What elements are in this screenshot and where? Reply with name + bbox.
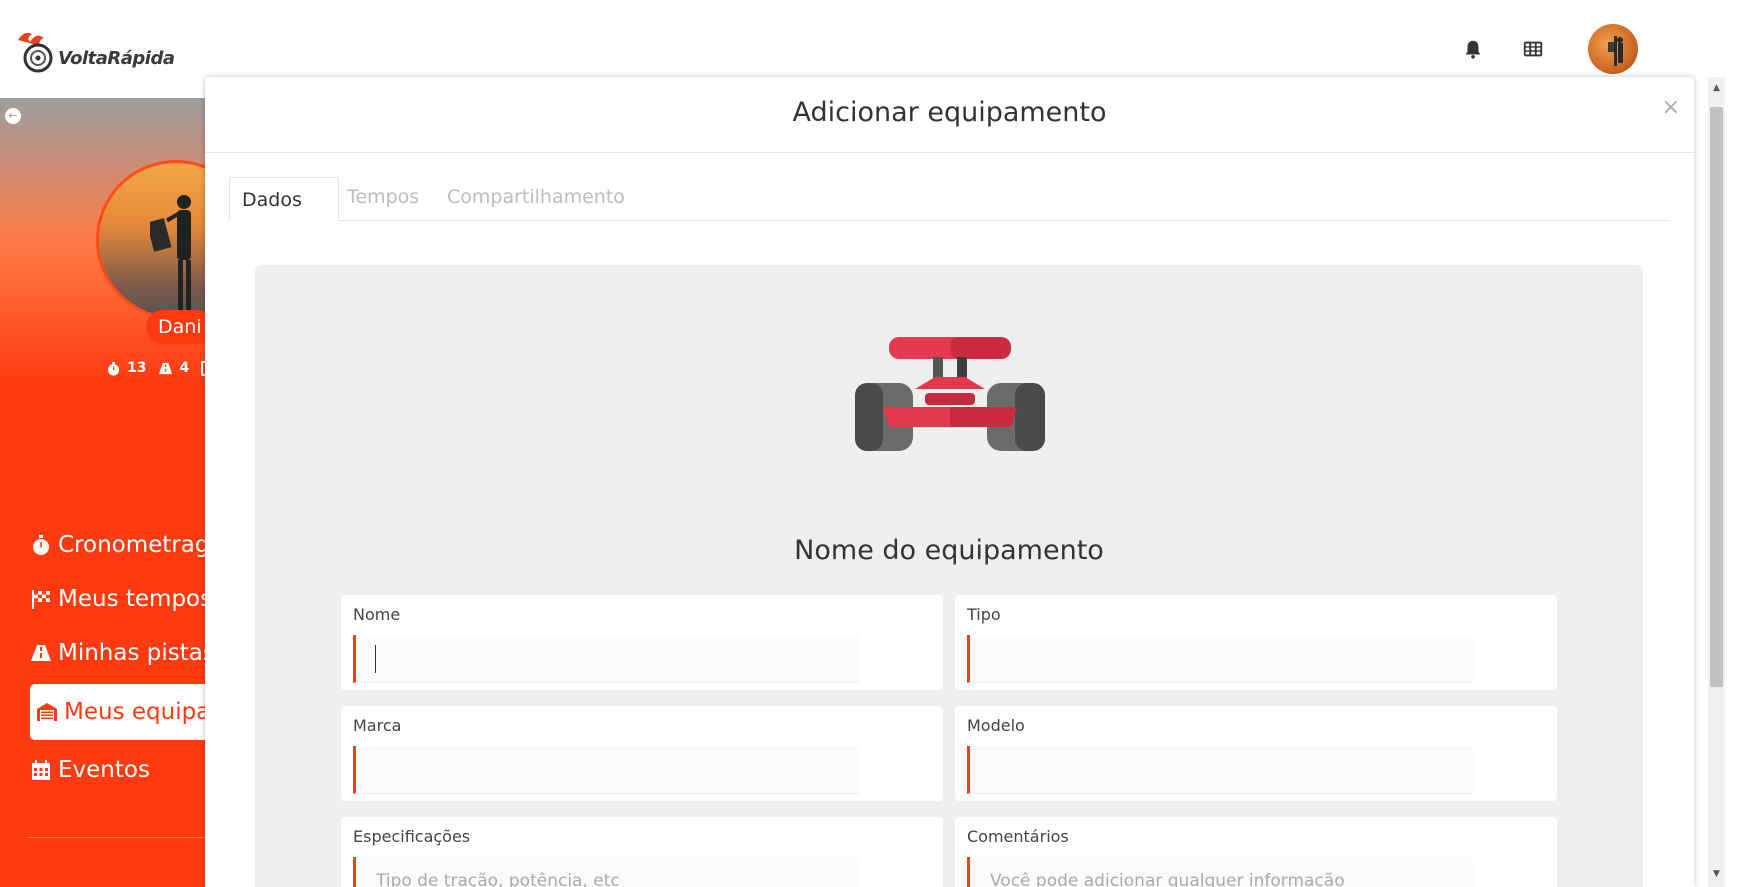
profile-silhouette-icon xyxy=(150,195,191,315)
scrollbar[interactable]: ▲ ▼ xyxy=(1708,77,1725,887)
marca-label: Marca xyxy=(353,716,402,735)
add-equipment-modal: Adicionar equipamento × Dados Tempos Com… xyxy=(205,77,1694,887)
bell-icon[interactable] xyxy=(1462,38,1484,60)
user-name-badge: Dani xyxy=(146,310,214,344)
stopwatch-icon xyxy=(107,361,120,376)
logo-text: VoltaRápida xyxy=(58,47,175,69)
comentarios-input[interactable] xyxy=(967,857,1473,887)
user-avatar[interactable] xyxy=(1588,24,1638,74)
sidebar-item-label: Meus tempos xyxy=(58,586,206,612)
tab-compartilhamento[interactable]: Compartilhamento xyxy=(447,177,625,221)
sidebar-item-label: Cronometragem xyxy=(58,532,206,558)
road-icon xyxy=(159,362,173,374)
modelo-field: Modelo xyxy=(955,706,1557,801)
stat-times-count: 13 xyxy=(127,360,147,376)
nome-label: Nome xyxy=(353,605,401,624)
go-kart-icon xyxy=(855,337,1045,451)
close-icon[interactable]: × xyxy=(1662,95,1680,120)
marca-field: Marca xyxy=(341,706,943,801)
checkered-flag-icon xyxy=(32,590,50,609)
tab-dados[interactable]: Dados xyxy=(229,177,339,221)
modal-title: Adicionar equipamento xyxy=(792,97,1107,128)
especificacoes-input[interactable] xyxy=(353,857,859,887)
especificacoes-label: Especificações xyxy=(353,827,471,846)
sidebar-item-cronometragem[interactable]: Cronometragem xyxy=(30,518,206,572)
scrollbar-thumb[interactable] xyxy=(1710,107,1723,687)
comentarios-field: Comentários xyxy=(955,817,1557,887)
scroll-up-arrow-icon[interactable]: ▲ xyxy=(1708,83,1725,95)
sidebar-item-label: Minhas pistas xyxy=(58,640,206,666)
sidebar-item-meus-tempos[interactable]: Meus tempos xyxy=(30,572,206,626)
section-title: Nome do equipamento xyxy=(794,535,1104,566)
modelo-input[interactable] xyxy=(967,746,1473,794)
scroll-down-arrow-icon[interactable]: ▼ xyxy=(1708,869,1725,881)
sidebar-divider xyxy=(28,837,206,838)
logo-wheel-icon xyxy=(18,32,53,73)
avatar-silhouette-icon xyxy=(1608,36,1623,66)
sidebar-item-label: Meus equipamentos xyxy=(64,699,206,725)
calendar-icon xyxy=(32,760,50,780)
logo[interactable]: VoltaRápida xyxy=(14,30,175,76)
tab-tempos[interactable]: Tempos xyxy=(347,177,419,221)
grid-icon[interactable] xyxy=(1522,38,1544,60)
garage-icon xyxy=(37,703,57,721)
modal-divider xyxy=(205,152,1694,153)
tipo-field: Tipo xyxy=(955,595,1557,690)
modal-tabs: Dados Tempos Compartilhamento xyxy=(229,177,1669,221)
equipment-form-panel: Nome do equipamento Nome Tipo Marca Mode… xyxy=(255,265,1643,887)
text-caret xyxy=(375,645,376,673)
especificacoes-field: Especificações xyxy=(341,817,943,887)
sidebar-item-meus-equipamentos[interactable]: Meus equipamentos xyxy=(30,684,206,740)
stat-tracks-count: 4 xyxy=(179,360,190,376)
modelo-label: Modelo xyxy=(967,716,1025,735)
stopwatch-icon xyxy=(33,535,49,555)
sidebar-item-label: Eventos xyxy=(58,757,150,783)
user-stats: 13 4 xyxy=(106,360,210,376)
road-icon xyxy=(31,645,51,661)
sidebar-item-eventos[interactable]: Eventos xyxy=(30,743,206,797)
comentarios-label: Comentários xyxy=(967,827,1069,846)
tipo-label: Tipo xyxy=(967,605,1001,624)
tipo-input[interactable] xyxy=(967,635,1473,683)
nome-input[interactable] xyxy=(353,635,859,683)
collapse-sidebar-icon[interactable]: ← xyxy=(5,108,21,124)
sidebar-item-minhas-pistas[interactable]: Minhas pistas xyxy=(30,626,206,680)
marca-input[interactable] xyxy=(353,746,859,794)
nome-field: Nome xyxy=(341,595,943,690)
